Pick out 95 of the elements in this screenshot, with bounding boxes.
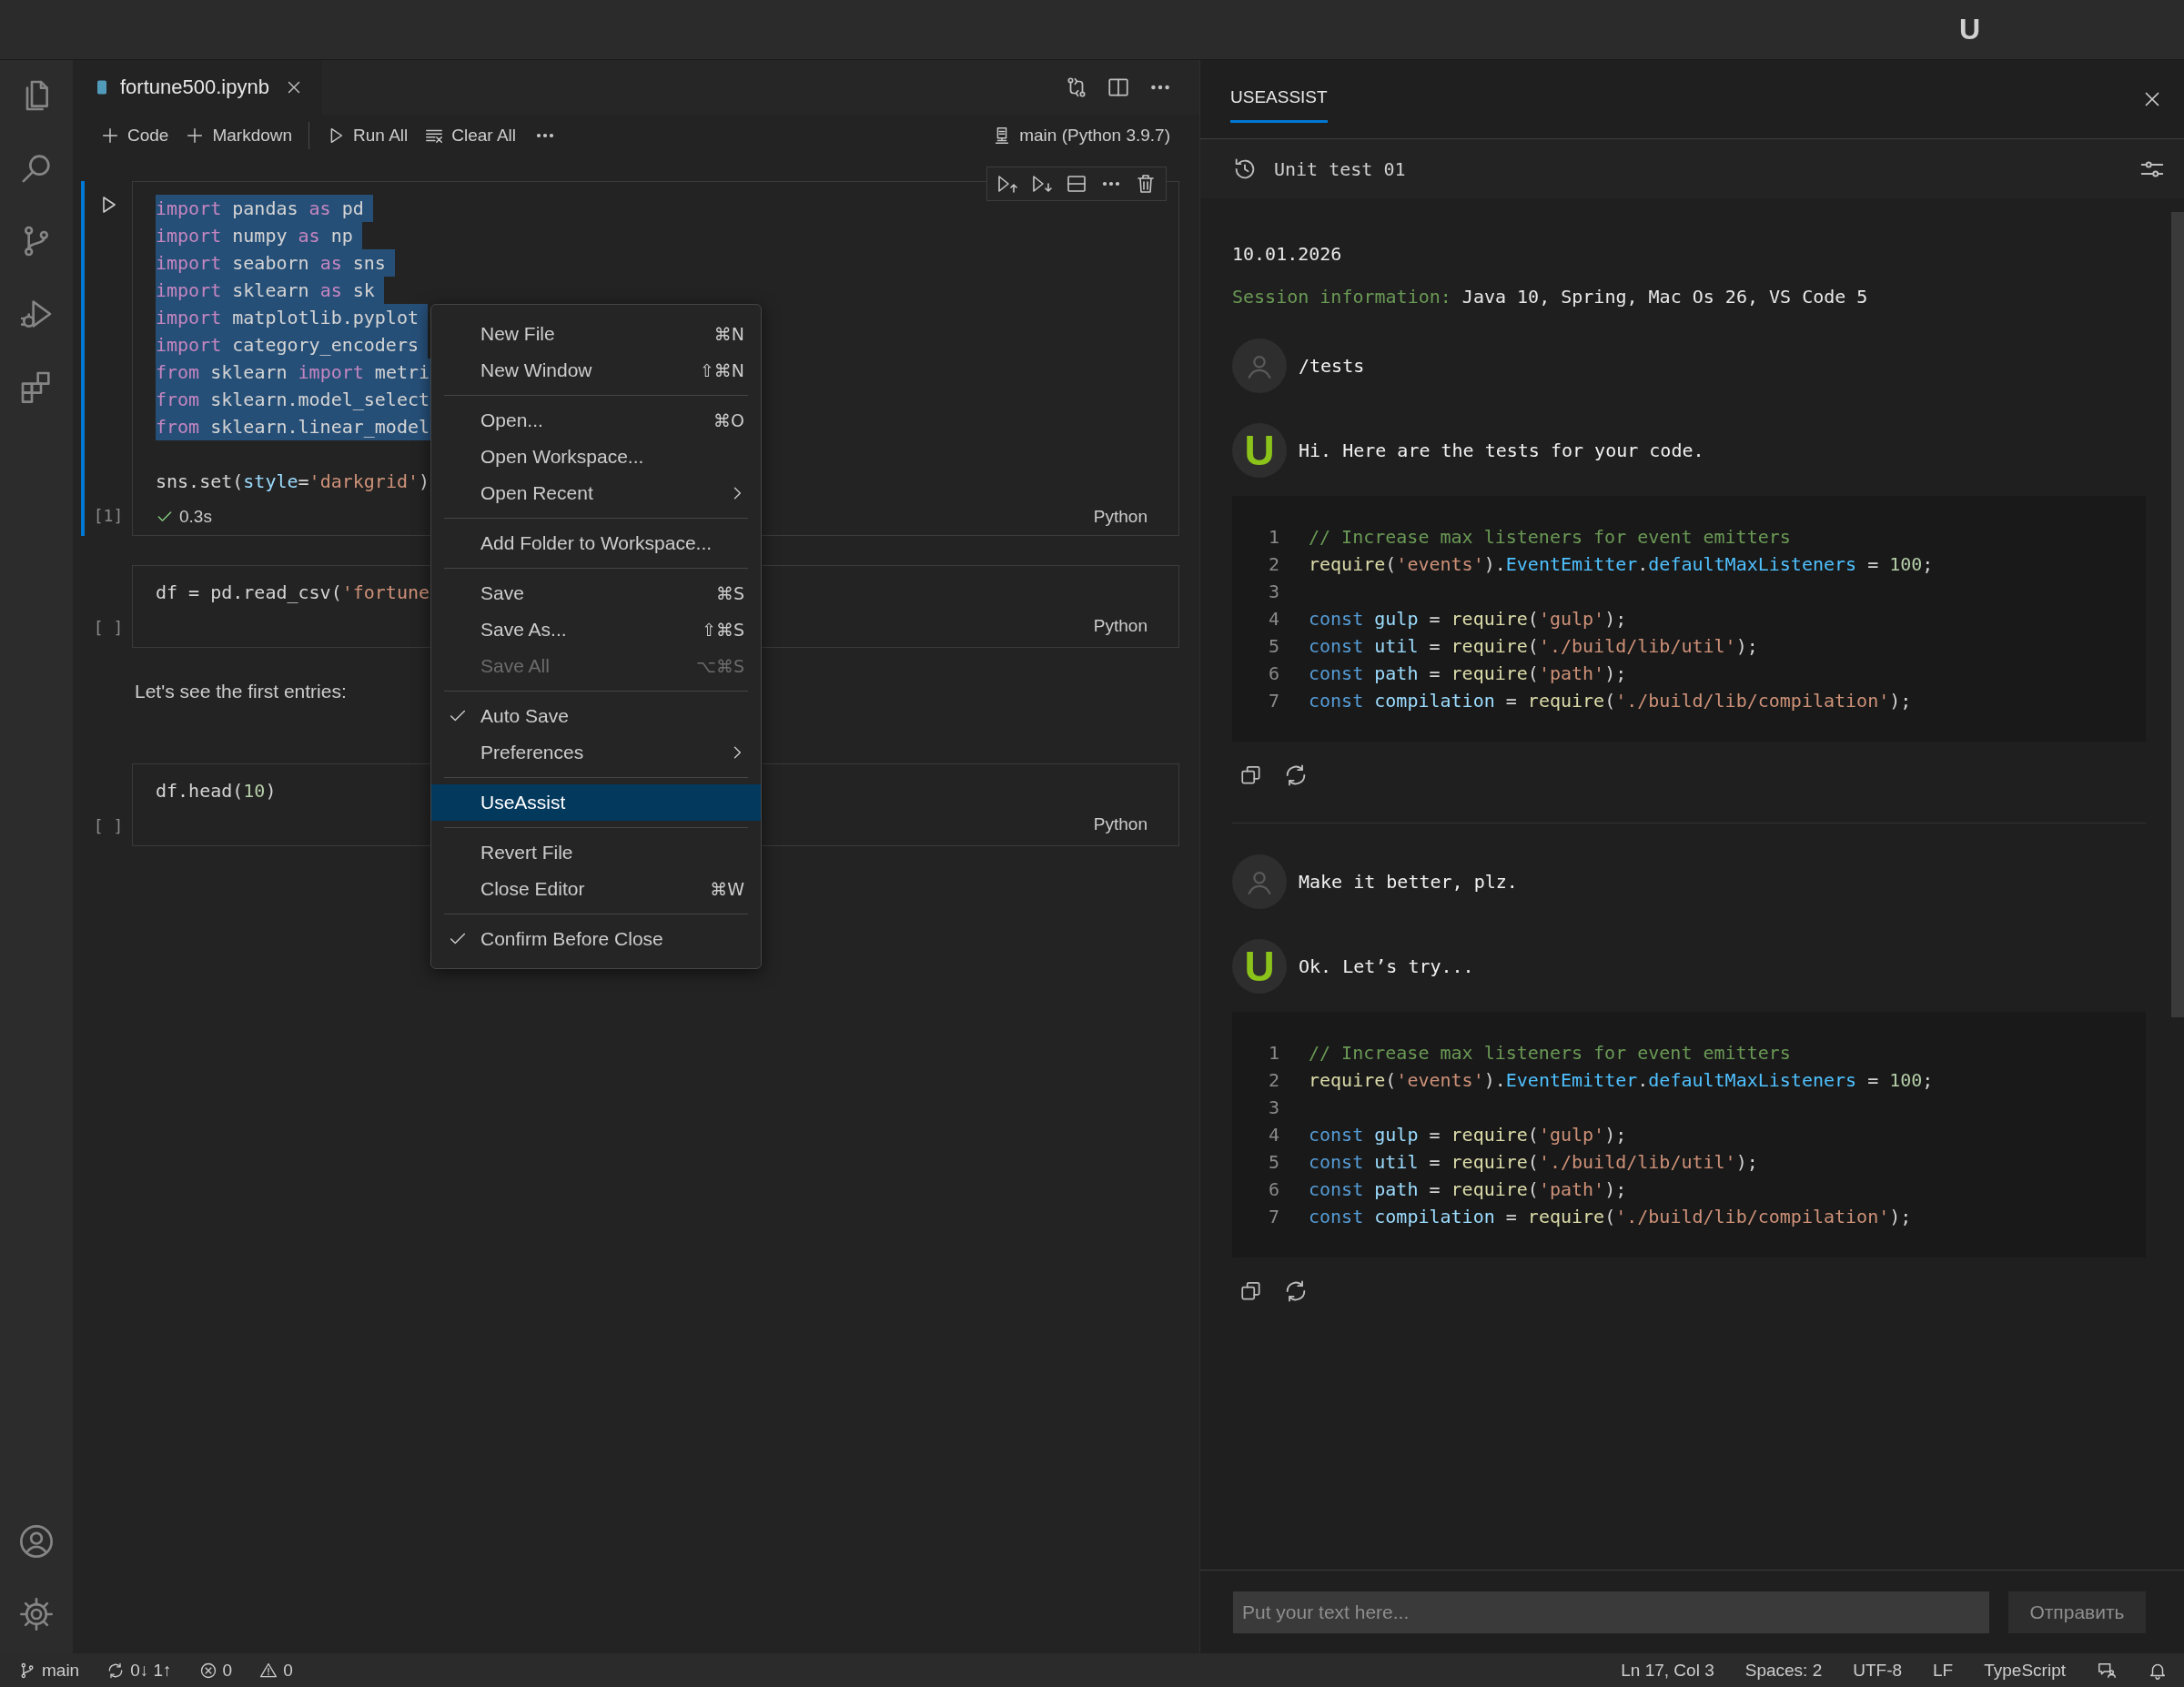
code-line: df = pd.read_csv('fortune: [156, 581, 430, 605]
message-input[interactable]: Put your text here...: [1233, 1591, 1989, 1633]
panel-tab[interactable]: USEASSIST: [1230, 84, 1328, 123]
execution-count: [ ]: [93, 816, 124, 835]
status-item[interactable]: LF: [1933, 1660, 1954, 1681]
shortcut-label: ⌘W: [710, 879, 744, 899]
error-icon: [198, 1661, 217, 1680]
code-line: df.head(10): [156, 779, 277, 803]
language-label[interactable]: Python: [1093, 814, 1148, 834]
code-line: sns.set(style='darkgrid'): [156, 470, 430, 494]
compare-icon[interactable]: [1065, 76, 1088, 99]
line-number: 4: [1267, 607, 1279, 631]
menu-item[interactable]: Add Folder to Workspace...: [431, 525, 761, 561]
warning-icon: [259, 1661, 278, 1680]
menu-item[interactable]: Open Recent: [431, 475, 761, 511]
line-number: 3: [1267, 580, 1279, 604]
shortcut-label: ⇧⌘N: [699, 360, 744, 380]
account-icon[interactable]: [18, 1523, 55, 1560]
status-item[interactable]: 0↓ 1↑: [106, 1660, 172, 1681]
code-line: const util = require('./build/lib/util');: [1309, 1151, 1758, 1173]
line-number: 2: [1267, 1068, 1279, 1093]
code-line: require('events').EventEmitter.defaultMaxListeners = 100;: [1309, 553, 1934, 575]
shortcut-label: ⇧⌘S: [702, 620, 744, 640]
run-above-icon[interactable]: [996, 173, 1018, 195]
menu-item[interactable]: Save ⌘S: [431, 575, 761, 611]
execution-count: [ ]: [93, 618, 124, 637]
code-line: const compilation = require('./build/lib/compilation');: [1309, 690, 1912, 712]
code-line: // Increase max listeners for event emitters: [1309, 1042, 1791, 1064]
line-number: 4: [1267, 1123, 1279, 1147]
clear-all-button[interactable]: Clear All: [419, 122, 522, 149]
date-label: 10.01.2026: [1232, 242, 1343, 266]
menu-item[interactable]: UseAssist: [431, 784, 761, 821]
split-cell-icon[interactable]: [1066, 173, 1087, 195]
status-item[interactable]: 0: [259, 1660, 293, 1681]
menu-item[interactable]: Save As... ⇧⌘S: [431, 611, 761, 648]
message-text: Ok. Let’s try...: [1299, 955, 1474, 977]
code-line: require('events').EventEmitter.defaultMaxListeners = 100;: [1309, 1069, 1934, 1091]
language-label[interactable]: Python: [1093, 507, 1148, 527]
code-line: const gulp = require('gulp');: [1309, 1124, 1627, 1146]
copy-icon[interactable]: [1239, 763, 1263, 787]
bot-avatar: U: [1232, 939, 1287, 994]
menu-item[interactable]: Open Workspace...: [431, 439, 761, 475]
message-text: Hi. Here are the tests for your code.: [1299, 439, 1704, 461]
line-number: 7: [1267, 689, 1279, 713]
status-item[interactable]: Ln 17, Col 3: [1621, 1660, 1714, 1681]
language-label[interactable]: Python: [1093, 616, 1148, 636]
execution-count: [1]: [93, 506, 124, 525]
shortcut-label: ⌥⌘S: [696, 656, 744, 676]
scrollbar-thumb[interactable]: [2171, 212, 2184, 1017]
shortcut-label: ⌘N: [713, 324, 744, 344]
run-all-button[interactable]: Run All: [320, 122, 414, 149]
send-button[interactable]: Отправить: [2008, 1591, 2146, 1633]
menu-item[interactable]: Close Editor ⌘W: [431, 871, 761, 907]
line-number: 5: [1267, 1150, 1279, 1175]
line-number: 1: [1267, 1041, 1279, 1066]
line-number: 6: [1267, 1177, 1279, 1202]
status-item[interactable]: UTF-8: [1853, 1660, 1903, 1681]
trash-icon[interactable]: [1135, 173, 1157, 195]
run-below-icon[interactable]: [1031, 173, 1053, 195]
line-number: 7: [1267, 1205, 1279, 1229]
shortcut-label: ⌘O: [713, 410, 744, 430]
session-info: Session information: Java 10, Spring, Mac Os 26, VS Code 5: [1232, 285, 1869, 308]
code-line: const compilation = require('./build/lib/compilation');: [1309, 1206, 1912, 1227]
line-number: 6: [1267, 662, 1279, 686]
markdown-text: Let's see the first entries:: [135, 681, 347, 702]
status-item[interactable]: main: [18, 1660, 80, 1681]
line-number: 2: [1267, 552, 1279, 577]
app-logo: U: [1958, 13, 1980, 46]
status-item[interactable]: Spaces: 2: [1744, 1660, 1823, 1681]
menu-item[interactable]: Auto Save: [431, 698, 761, 734]
menu-item[interactable]: Confirm Before Close: [431, 921, 761, 957]
code-line: const path = require('path');: [1309, 1178, 1627, 1200]
add-cell-button[interactable]: Code: [95, 122, 175, 149]
message-text: /tests: [1299, 355, 1365, 377]
session-title: Unit test 01: [1274, 157, 1406, 180]
copy-icon[interactable]: [1239, 1279, 1263, 1303]
settings-icon[interactable]: [18, 1596, 55, 1632]
kernel-picker[interactable]: main (Python 3.9.7): [986, 122, 1176, 149]
plus-icon: [100, 126, 120, 146]
add-cell-button[interactable]: Markdown: [179, 122, 298, 149]
shortcut-label: ⌘S: [715, 583, 744, 603]
message-text: Make it better, plz.: [1299, 871, 1518, 893]
split-editor-icon[interactable]: [1107, 76, 1130, 99]
code-line: const path = require('path');: [1309, 662, 1627, 684]
line-number: 3: [1267, 1096, 1279, 1120]
code-line: // Increase max listeners for event emitters: [1309, 526, 1791, 548]
code-line: const util = require('./build/lib/util');: [1309, 635, 1758, 657]
run-time: 0.3s: [179, 507, 212, 527]
line-number: 5: [1267, 634, 1279, 659]
status-item[interactable]: 0: [198, 1660, 233, 1681]
bot-avatar: U: [1232, 423, 1287, 478]
menu-item[interactable]: New File ⌘N: [431, 316, 761, 352]
code-line: const gulp = require('gulp');: [1309, 608, 1627, 630]
status-item[interactable]: TypeScript: [1984, 1660, 2066, 1681]
line-number: 1: [1267, 525, 1279, 550]
